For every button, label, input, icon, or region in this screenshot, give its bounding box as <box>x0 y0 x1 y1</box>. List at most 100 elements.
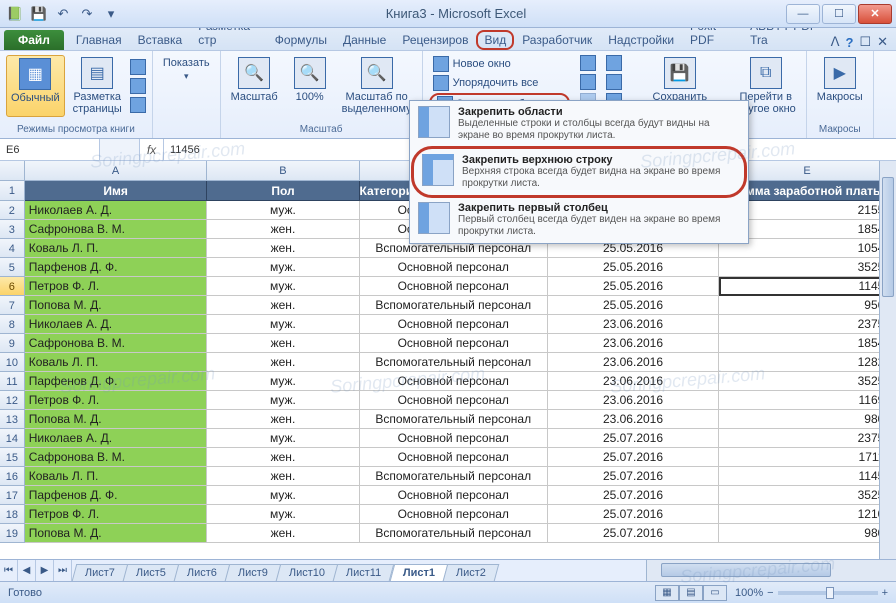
header-gender[interactable]: Пол <box>207 181 359 201</box>
select-all-corner[interactable] <box>0 161 25 180</box>
cell-date[interactable]: 23.06.2016 <box>548 372 719 391</box>
normal-view-button[interactable]: ▦ Обычный <box>6 55 65 117</box>
page-break-icon[interactable] <box>130 59 146 75</box>
cell-category[interactable]: Основной персонал <box>360 277 548 296</box>
zoom-slider-thumb[interactable] <box>826 587 834 599</box>
sheet-tab[interactable]: Лист7 <box>72 564 128 581</box>
sheet-nav-last[interactable]: ⏭ <box>54 560 72 581</box>
cell-date[interactable]: 23.06.2016 <box>548 391 719 410</box>
zoom-in-button[interactable]: + <box>882 587 888 599</box>
row-header[interactable]: 13 <box>0 410 25 429</box>
cell-name[interactable]: Петров Ф. Л. <box>25 277 208 296</box>
vscroll-thumb[interactable] <box>882 177 894 297</box>
cell-category[interactable]: Основной персонал <box>360 429 548 448</box>
cell-name[interactable]: Парфенов Д. Ф. <box>25 372 208 391</box>
cell-name[interactable]: Сафронова В. М. <box>25 334 208 353</box>
zoom-100-button[interactable]: 🔍 100% <box>286 55 334 117</box>
row-header[interactable]: 9 <box>0 334 25 353</box>
row-header[interactable]: 15 <box>0 448 25 467</box>
cell-date[interactable]: 25.07.2016 <box>548 505 719 524</box>
tab-addins[interactable]: Надстройки <box>600 30 682 50</box>
cell-gender[interactable]: муж. <box>207 277 359 296</box>
cell-gender[interactable]: муж. <box>207 429 359 448</box>
custom-views-icon[interactable] <box>130 78 146 94</box>
cell-gender[interactable]: жен. <box>207 296 359 315</box>
sheet-tab[interactable]: Лист10 <box>276 564 339 581</box>
page-break-shortcut[interactable]: ▭ <box>703 585 727 601</box>
horizontal-scrollbar[interactable] <box>646 560 896 581</box>
row-header[interactable]: 6 <box>0 277 25 296</box>
row-header[interactable]: 11 <box>0 372 25 391</box>
sheet-tab[interactable]: Лист11 <box>333 564 395 581</box>
cell-gender[interactable]: муж. <box>207 315 359 334</box>
help-icon[interactable]: ? <box>845 35 853 50</box>
redo-icon[interactable]: ↷ <box>76 4 98 24</box>
tab-formulas[interactable]: Формулы <box>267 30 335 50</box>
cell-category[interactable]: Вспомогательный персонал <box>360 524 548 543</box>
cell-salary[interactable]: 17115 <box>719 448 896 467</box>
sheet-nav-next[interactable]: ▶ <box>36 560 54 581</box>
cell-name[interactable]: Попова М. Д. <box>25 524 208 543</box>
fullscreen-icon[interactable] <box>130 97 146 113</box>
cell-category[interactable]: Основной персонал <box>360 372 548 391</box>
tab-insert[interactable]: Вставка <box>130 30 191 50</box>
cell-name[interactable]: Сафронова В. М. <box>25 448 208 467</box>
cell-date[interactable]: 25.07.2016 <box>548 524 719 543</box>
cell-gender[interactable]: жен. <box>207 467 359 486</box>
row-header[interactable]: 4 <box>0 239 25 258</box>
row-header[interactable]: 18 <box>0 505 25 524</box>
cell-category[interactable]: Вспомогательный персонал <box>360 353 548 372</box>
cell-date[interactable]: 23.06.2016 <box>548 334 719 353</box>
cell-salary[interactable]: 12821 <box>719 353 896 372</box>
doc-close-icon[interactable]: ✕ <box>877 34 888 50</box>
cell-category[interactable]: Вспомогательный персонал <box>360 296 548 315</box>
cell-gender[interactable]: муж. <box>207 486 359 505</box>
tab-view[interactable]: Вид <box>476 30 514 50</box>
minimize-ribbon-icon[interactable]: ᐱ <box>831 34 840 50</box>
maximize-button[interactable]: ☐ <box>822 4 856 24</box>
cell-gender[interactable]: жен. <box>207 220 359 239</box>
cell-date[interactable]: 25.07.2016 <box>548 467 719 486</box>
cell-salary[interactable]: 12102 <box>719 505 896 524</box>
cell-name[interactable]: Петров Ф. Л. <box>25 391 208 410</box>
row-header[interactable]: 3 <box>0 220 25 239</box>
macros-button[interactable]: ▶ Макросы <box>813 55 867 105</box>
cell-category[interactable]: Вспомогательный персонал <box>360 467 548 486</box>
cell-name[interactable]: Коваль Л. П. <box>25 467 208 486</box>
sheet-tab[interactable]: Лист5 <box>123 564 180 581</box>
cell-date[interactable]: 23.06.2016 <box>548 315 719 334</box>
cell-salary[interactable]: 11698 <box>719 391 896 410</box>
col-header-B[interactable]: B <box>207 161 359 180</box>
fx-icon[interactable]: fx <box>140 139 164 160</box>
cell-date[interactable]: 23.06.2016 <box>548 410 719 429</box>
row-header[interactable]: 2 <box>0 201 25 220</box>
cell-salary[interactable]: 18546 <box>719 334 896 353</box>
hscroll-thumb[interactable] <box>661 563 831 577</box>
cell-gender[interactable]: жен. <box>207 353 359 372</box>
cell-category[interactable]: Вспомогательный персонал <box>360 410 548 429</box>
cell-name[interactable]: Попова М. Д. <box>25 296 208 315</box>
row-header[interactable]: 16 <box>0 467 25 486</box>
normal-shortcut[interactable]: ▦ <box>655 585 679 601</box>
sheet-tab[interactable]: Лист9 <box>225 564 282 581</box>
cell-salary[interactable]: 35254 <box>719 258 896 277</box>
cell-gender[interactable]: жен. <box>207 410 359 429</box>
sheet-tab[interactable]: Лист1 <box>389 564 448 581</box>
close-button[interactable]: ✕ <box>858 4 892 24</box>
cell-category[interactable]: Основной персонал <box>360 315 548 334</box>
cell-name[interactable]: Коваль Л. П. <box>25 239 208 258</box>
row-header-1[interactable]: 1 <box>0 181 25 201</box>
cell-name[interactable]: Николаев А. Д. <box>25 429 208 448</box>
tab-review[interactable]: Рецензиров <box>394 30 476 50</box>
minimize-button[interactable]: — <box>786 4 820 24</box>
row-header[interactable]: 10 <box>0 353 25 372</box>
cell-name[interactable]: Попова М. Д. <box>25 410 208 429</box>
tab-home[interactable]: Главная <box>68 30 130 50</box>
cell-date[interactable]: 25.07.2016 <box>548 486 719 505</box>
cell-date[interactable]: 23.06.2016 <box>548 353 719 372</box>
cell-name[interactable]: Парфенов Д. Ф. <box>25 486 208 505</box>
col-header-A[interactable]: A <box>25 161 208 180</box>
freeze-panes-item[interactable]: Закрепить области Выделенные строки и ст… <box>410 101 748 147</box>
cell-date[interactable]: 25.05.2016 <box>548 296 719 315</box>
cell-name[interactable]: Петров Ф. Л. <box>25 505 208 524</box>
